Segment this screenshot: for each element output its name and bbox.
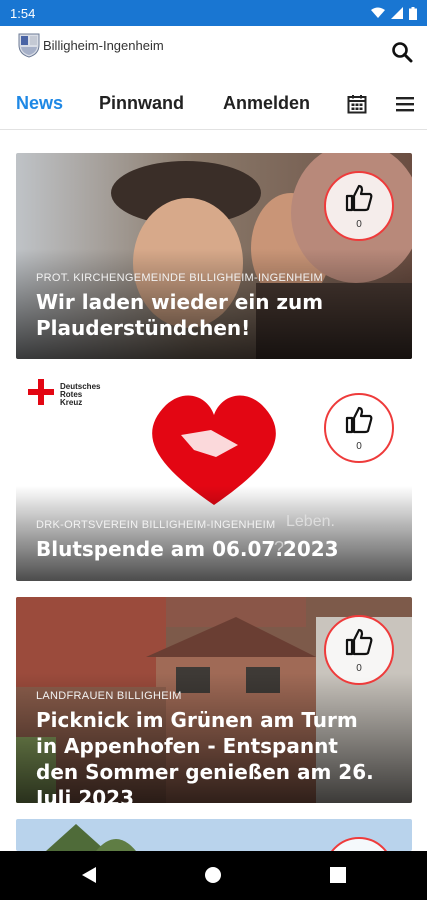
search-icon[interactable] [391,41,413,63]
card-title: Picknick im Grünen am Turm in Appenhofen… [36,708,374,803]
signal-icon [391,7,403,19]
like-button[interactable]: 0 [324,615,394,685]
back-icon[interactable] [80,866,98,884]
thumbs-up-icon [345,184,373,212]
tab-pinnwand[interactable]: Pinnwand [99,93,184,114]
status-time: 1:54 [10,5,36,21]
card-organization: LANDFRAUEN BILLIGHEIM [36,690,182,702]
news-card[interactable]: PROT. KIRCHENGEMEINDE BILLIGHEIM-INGENHE… [16,153,412,359]
thumbs-up-icon [345,628,373,656]
thumbs-up-icon [345,406,373,434]
card-organization: DRK-ORTSVEREIN BILLIGHEIM-INGENHEIM [36,519,276,531]
like-button[interactable]: 0 [324,171,394,241]
tab-anmelden[interactable]: Anmelden [223,93,310,114]
drk-logo-text: Deutsches Rotes Kreuz [60,382,101,407]
card-organization: PROT. KIRCHENGEMEINDE BILLIGHEIM-INGENHE… [36,272,324,284]
image-slogan: Leben. [286,513,335,530]
menu-icon[interactable] [395,94,415,114]
news-card[interactable]: Deutsches Rotes Kreuz Leben. ? DRK-ORTSV… [16,375,412,581]
like-count: 0 [356,663,362,674]
app-header: Billigheim-Ingenheim [0,26,427,76]
system-navigation-bar [0,851,427,900]
card-title: Blutspende am 06.07.2023 [36,537,339,561]
like-button[interactable]: 0 [324,393,394,463]
like-count: 0 [356,219,362,230]
like-count: 0 [356,441,362,452]
news-card[interactable]: LANDFRAUEN BILLIGHEIM Picknick im Grünen… [16,597,412,803]
wifi-icon [371,7,385,18]
home-icon[interactable] [204,866,222,884]
coat-of-arms-icon [18,33,40,58]
card-title: Wir laden wieder ein zum Plauderstündche… [36,290,324,340]
battery-icon [409,6,417,20]
brand-name: Billigheim-Ingenheim [43,37,164,53]
recents-icon[interactable] [329,866,347,884]
calendar-icon[interactable] [347,94,367,114]
status-bar: 1:54 [0,0,427,26]
app-logo[interactable]: Billigheim-Ingenheim [18,32,164,58]
tab-navigation: News Pinnwand Anmelden [0,76,427,130]
tab-news[interactable]: News [16,93,63,114]
news-card[interactable] [16,819,412,851]
